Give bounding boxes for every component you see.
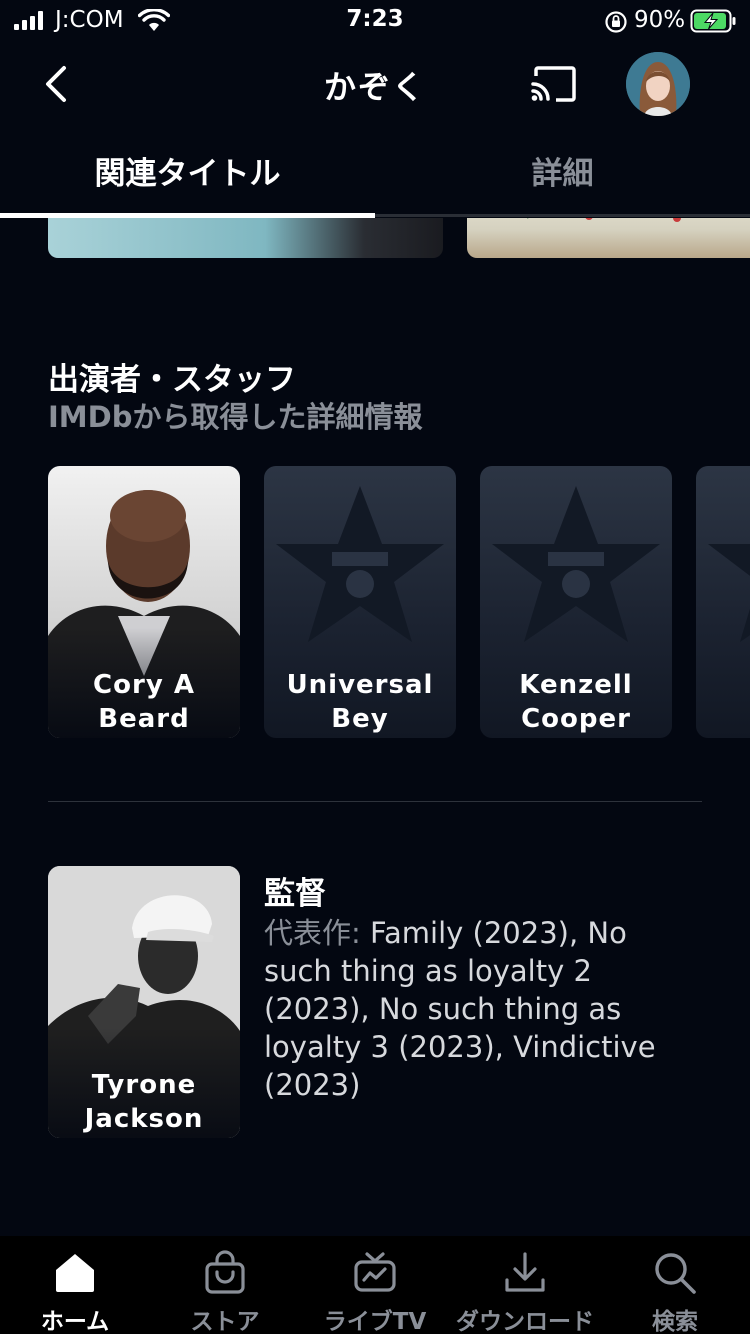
cast-card[interactable]: Universal Bey — [264, 466, 456, 738]
related-title-thumbnail[interactable] — [48, 218, 443, 258]
download-icon — [505, 1252, 545, 1292]
search-icon — [655, 1253, 696, 1294]
director-known-for: 代表作: Family (2023), No such thing as loy… — [264, 914, 684, 1104]
store-bag-icon — [205, 1250, 245, 1294]
bottom-navigation: ホーム ストア ライブTV ダウンロード 検索 — [0, 1236, 750, 1334]
nav-label: ライブTV — [323, 1309, 427, 1334]
battery-charging-icon — [690, 9, 736, 33]
director-name-line: Tyrone — [91, 1070, 197, 1100]
nav-label: 検索 — [652, 1309, 698, 1334]
status-bar: J:COM 7:23 90% — [0, 0, 750, 44]
cast-card[interactable]: Kenzell Cooper — [480, 466, 672, 738]
known-for-label: 代表作: — [264, 916, 370, 950]
live-tv-icon — [354, 1252, 396, 1292]
cast-name-line: Kenzell — [519, 670, 633, 700]
nav-label: ホーム — [40, 1309, 110, 1334]
nav-download[interactable]: ダウンロード — [450, 1236, 600, 1334]
section-divider — [48, 801, 702, 802]
cast-name-line: Cooper — [521, 704, 631, 734]
cast-name-line: Cory A — [93, 670, 195, 700]
cast-name-line: Beard — [98, 704, 190, 734]
cast-section-subtitle: IMDbから取得した詳細情報 — [48, 400, 423, 434]
nav-label: ダウンロード — [456, 1309, 594, 1334]
nav-live-tv[interactable]: ライブTV — [300, 1236, 450, 1334]
tab-details[interactable]: 詳細 — [375, 148, 750, 193]
director-role-label: 監督 — [264, 876, 326, 912]
tab-related-titles[interactable]: 関連タイトル — [0, 148, 375, 193]
director-name-line: Jackson — [84, 1104, 204, 1134]
nav-label: ストア — [190, 1309, 260, 1334]
related-title-thumbnail[interactable] — [467, 218, 750, 258]
cast-name-line: Bey — [331, 704, 389, 734]
cast-card[interactable] — [696, 466, 750, 738]
cast-card[interactable]: Cory A Beard — [48, 466, 240, 738]
cast-icon[interactable] — [528, 64, 580, 106]
nav-search[interactable]: 検索 — [600, 1236, 750, 1334]
cast-name-line: Universal — [286, 670, 434, 700]
home-icon — [56, 1254, 94, 1292]
nav-store[interactable]: ストア — [150, 1236, 300, 1334]
scroll-content[interactable]: 出演者・スタッフ IMDbから取得した詳細情報 Cory A Beard Uni… — [0, 218, 750, 1236]
profile-avatar[interactable] — [626, 52, 690, 116]
cast-section-title: 出演者・スタッフ — [48, 362, 296, 398]
placeholder-star-icon — [492, 486, 660, 642]
director-card[interactable]: Tyrone Jackson — [48, 866, 240, 1138]
battery-percentage: 90% — [634, 7, 686, 33]
nav-home[interactable]: ホーム — [0, 1236, 150, 1334]
placeholder-star-icon — [708, 544, 750, 642]
placeholder-star-icon — [276, 486, 444, 642]
orientation-lock-icon — [605, 11, 627, 33]
